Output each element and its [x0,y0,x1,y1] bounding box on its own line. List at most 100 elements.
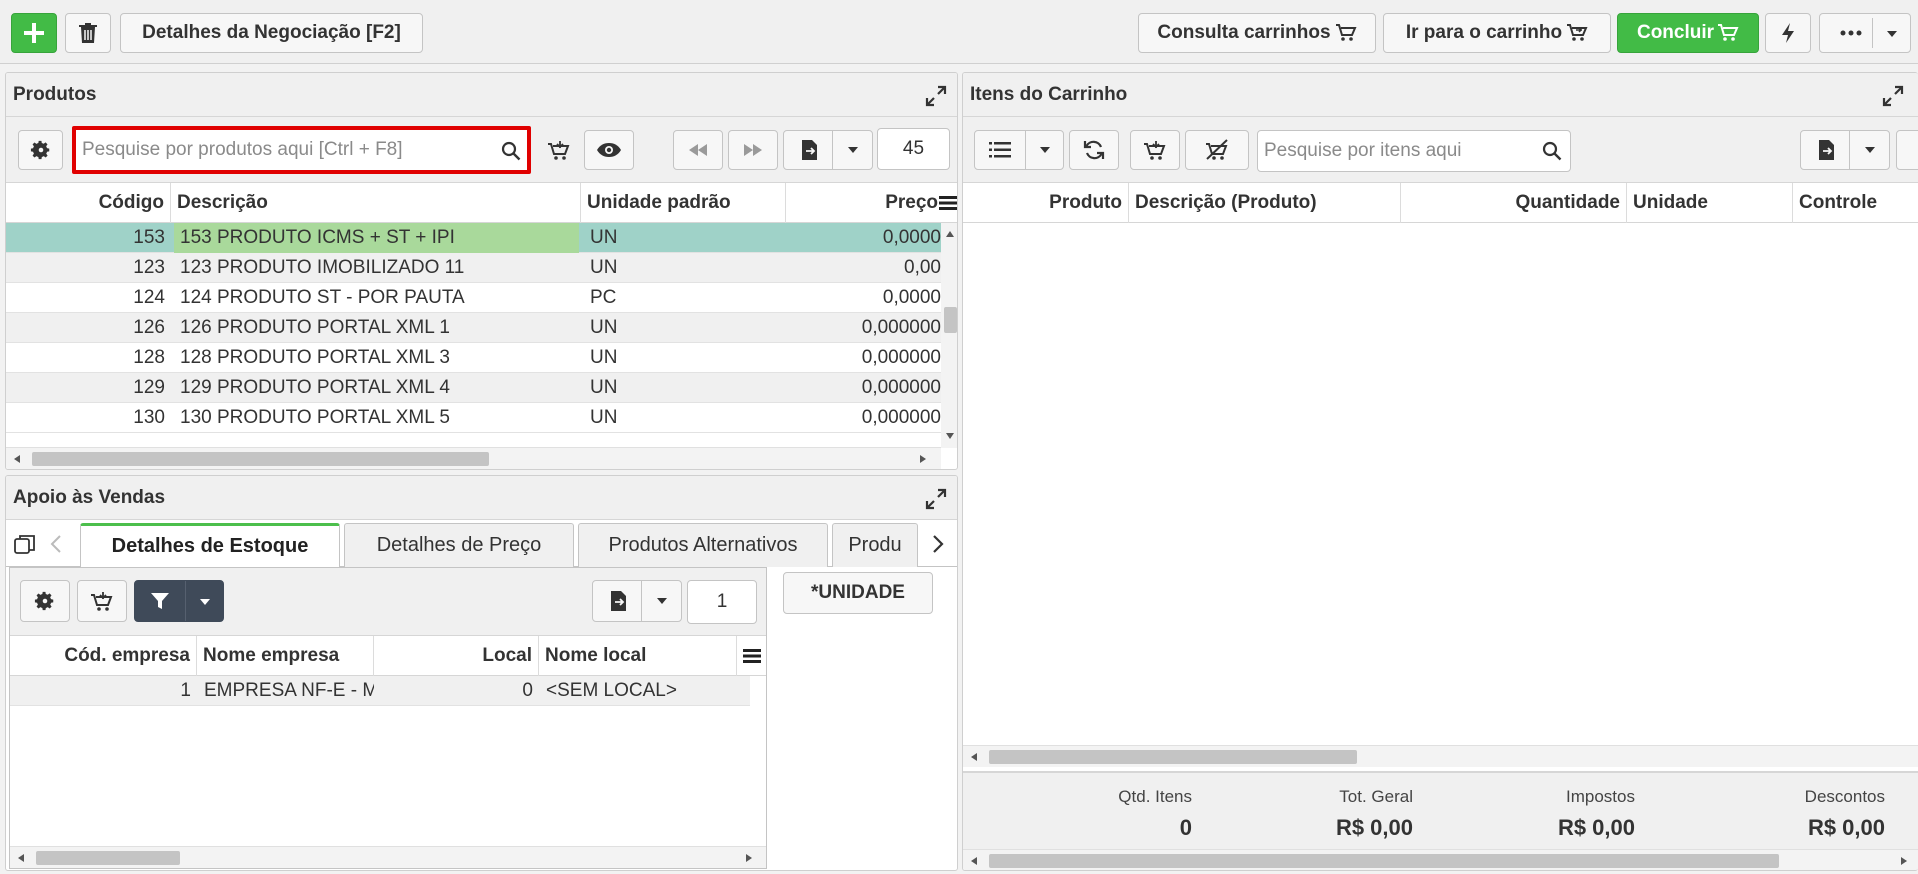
page-size-field[interactable]: 45 [877,128,950,170]
scroll-up-arrow[interactable] [946,231,954,237]
cell-unidade: UN [590,377,618,398]
scroll-left-arrow[interactable] [14,455,20,463]
expand-icon[interactable] [1882,85,1904,107]
export-button[interactable] [592,580,682,622]
ir-para-carrinho-button[interactable]: Ir para o carrinho [1383,13,1611,53]
scroll-thumb[interactable] [989,854,1779,868]
cell-descricao: 128 PRODUTO PORTAL XML 3 [180,347,450,368]
columns-menu-icon[interactable] [743,648,761,664]
carrinho-search-input[interactable] [1264,131,1536,171]
table-row[interactable]: 129 129 PRODUTO PORTAL XML 4 UN 0,000000 [6,373,941,403]
scroll-thumb[interactable] [32,452,489,466]
table-row[interactable]: 126 126 PRODUTO PORTAL XML 1 UN 0,000000 [6,313,941,343]
scroll-down-arrow[interactable] [946,433,954,439]
export-file-icon [1819,140,1834,160]
cell-descricao: 129 PRODUTO PORTAL XML 4 [180,377,450,398]
tab-detalhes-estoque[interactable]: Detalhes de Estoque [80,523,340,567]
summary-descontos-value: R$ 0,00 [1807,815,1885,840]
col-nome-local[interactable]: Nome local [539,636,737,676]
consulta-carrinhos-button[interactable]: Consulta carrinhos [1138,13,1376,53]
table-row[interactable]: 128 128 PRODUTO PORTAL XML 3 UN 0,000000 [6,343,941,373]
fast-forward-icon [744,144,762,156]
settings-button[interactable] [18,130,63,170]
produtos-toolbar: 45 [6,117,957,183]
search-icon[interactable] [1542,141,1562,161]
unidade-button[interactable]: *UNIDADE [783,572,933,614]
settings-button[interactable] [20,580,70,622]
add-to-cart-button[interactable] [536,130,581,170]
scroll-right-arrow[interactable] [920,455,926,463]
table-row[interactable]: 153 153 PRODUTO ICMS + ST + IPI UN 0,000… [6,223,941,253]
produtos-search-input[interactable] [82,130,493,170]
col-local[interactable]: Local [374,636,539,676]
scroll-thumb[interactable] [36,851,180,865]
scroll-thumb[interactable] [989,750,1357,764]
details-negociacao-button[interactable]: Detalhes da Negociação [F2] [120,13,423,53]
table-row[interactable]: 124 124 PRODUTO ST - POR PAUTA PC 0,0000 [6,283,941,313]
scroll-thumb[interactable] [944,307,957,333]
col-preco[interactable]: Preço [786,183,938,223]
more-toolbar-button[interactable] [1896,130,1918,170]
col-unidade[interactable]: Unidade padrão [581,183,786,223]
col-descricao-produto[interactable]: Descrição (Produto) [1129,183,1401,223]
next-page-button[interactable] [728,130,778,170]
view-button[interactable] [584,130,634,170]
scroll-left-arrow[interactable] [971,857,977,865]
produtos-grid-body: 153 153 PRODUTO ICMS + ST + IPI UN 0,000… [6,223,941,448]
page-size-field[interactable]: 1 [687,580,757,624]
expand-icon[interactable] [925,85,947,107]
cart-remove-button[interactable] [1185,130,1249,170]
copy-icon[interactable] [14,534,36,556]
tab-detalhes-preco[interactable]: Detalhes de Preço [344,523,574,567]
search-icon[interactable] [501,141,521,161]
col-cod-empresa[interactable]: Cód. empresa [10,636,197,676]
scroll-left-arrow[interactable] [971,753,977,761]
refresh-button[interactable] [1069,130,1119,170]
more-options-button[interactable] [1819,13,1911,53]
table-row[interactable]: 1 EMPRESA NF-E - M 0 <SEM LOCAL> [10,676,750,706]
filter-icon [151,593,169,609]
export-button[interactable] [783,130,873,170]
delete-button[interactable] [65,13,111,53]
col-codigo[interactable]: Código [6,183,171,223]
cell-unidade: PC [590,287,617,308]
carrinho-header: Itens do Carrinho [963,73,1918,117]
list-view-button[interactable] [974,130,1064,170]
tab-produtos-alternativos[interactable]: Produtos Alternativos [578,523,828,567]
col-nome-empresa[interactable]: Nome empresa [197,636,374,676]
col-descricao[interactable]: Descrição [171,183,581,223]
table-row[interactable]: 130 130 PRODUTO PORTAL XML 5 UN 0,000000 [6,403,941,433]
col-produto[interactable]: Produto [963,183,1129,223]
produtos-vscrollbar[interactable] [941,223,957,448]
table-row[interactable]: 123 123 PRODUTO IMOBILIZADO 11 UN 0,00 [6,253,941,283]
add-to-cart-button[interactable] [77,580,127,622]
scroll-right-arrow[interactable] [746,854,752,862]
quick-action-button[interactable] [1765,13,1811,53]
filter-button[interactable] [134,580,224,622]
estoque-hscrollbar[interactable] [10,846,766,868]
produtos-hscrollbar[interactable] [6,447,941,469]
scroll-right-arrow[interactable] [1901,857,1907,865]
scroll-left-arrow[interactable] [18,854,24,862]
add-button[interactable] [11,13,57,53]
divider [1025,131,1026,169]
tab-produ[interactable]: Produ [832,523,918,567]
expand-icon[interactable] [925,488,947,510]
estoque-toolbar: 1 [10,568,766,636]
concluir-button[interactable]: Concluir [1617,13,1759,53]
export-button[interactable] [1800,130,1890,170]
col-controle[interactable]: Controle [1793,183,1918,223]
carrinho-hscrollbar[interactable] [963,745,1918,767]
columns-menu-icon[interactable] [939,195,957,211]
carrinho-grid-header: Produto Descrição (Produto) Quantidade U… [963,183,1918,223]
carrinho-search-box [1257,130,1571,172]
chevron-right-icon[interactable] [932,535,944,553]
chevron-left-icon[interactable] [50,535,62,553]
chevron-down-icon [200,599,210,605]
col-quantidade[interactable]: Quantidade [1401,183,1627,223]
prev-page-button[interactable] [673,130,723,170]
col-unidade[interactable]: Unidade [1627,183,1793,223]
carrinho-title: Itens do Carrinho [970,84,1128,105]
summary-hscrollbar[interactable] [963,849,1918,870]
cart-add-button[interactable] [1130,130,1180,170]
